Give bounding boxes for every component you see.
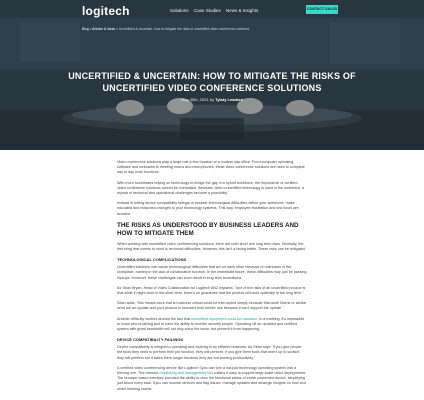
hackable-equipment-link[interactable]: uncertified equipment could be hackable xyxy=(191,317,257,321)
device-paragraph-1: Device compatibility is integral to oper… xyxy=(117,345,302,360)
monitoring-tool-link[interactable]: monitoring and management tool xyxy=(159,371,213,375)
intro-paragraph-2: With more businesses relying on technolo… xyxy=(117,180,305,196)
page-title: UNCERTIFIED & UNCERTAIN: HOW TO MITIGATE… xyxy=(68,71,356,93)
contact-sales-button[interactable]: CONTACT SALES xyxy=(306,5,338,14)
tech-paragraph-3: Sean adds, "this means work that is busi… xyxy=(117,301,307,311)
article-byline: May 30th, 2021 by Tylsty Leaders xyxy=(52,97,372,102)
breadcrumb-current: Uncertified & uncertain: how to mitigate… xyxy=(118,27,250,31)
tech-paragraph-4-text-a: Another difficulty centres around the fa… xyxy=(117,316,192,321)
nav-item-news-insights[interactable]: News & Insights xyxy=(226,8,258,13)
logitech-logo[interactable]: logitech xyxy=(82,4,130,18)
breadcrumb-trail[interactable]: Blog > Articles & Ideas > xyxy=(82,27,119,31)
article-body: Video conference solutions play a large … xyxy=(117,160,307,397)
top-navigation: logitech Solutions Case Studies News & I… xyxy=(0,0,424,22)
subheading-device-compatibility: DEVICE COMPATIBILITY FAILINGS xyxy=(117,337,184,343)
tech-paragraph-2: As Sean Bryan, Head of Video Collaborati… xyxy=(117,285,306,296)
article-date: May 30th, 2021 xyxy=(181,97,209,102)
section-heading-risks: THE RISKS AS UNDERSTOOD BY BUSINESS LEAD… xyxy=(117,221,299,237)
intro-paragraph-1: Video conference solutions play a large … xyxy=(117,160,305,175)
tech-paragraph-1: Uncertified solutions can cause technolo… xyxy=(117,265,307,280)
nav-item-case-studies[interactable]: Case Studies xyxy=(194,8,221,13)
article-author[interactable]: Tylsty Leaders xyxy=(215,97,243,102)
nav-item-solutions[interactable]: Solutions xyxy=(170,8,189,13)
risks-intro-paragraph: When working with uncertified video conf… xyxy=(117,241,306,252)
breadcrumb: Blog > Articles & Ideas > Uncertified & … xyxy=(82,27,249,31)
intro-paragraph-3: Instead of letting device compatibility … xyxy=(117,201,299,216)
byline-by: by xyxy=(209,97,215,102)
subheading-technological-complications: TECHNOLOGICAL COMPLICATIONS xyxy=(117,257,187,263)
tech-paragraph-4: Another difficulty centres around the fa… xyxy=(117,317,307,333)
device-paragraph-2: A certified video conferencing device li… xyxy=(117,366,307,392)
